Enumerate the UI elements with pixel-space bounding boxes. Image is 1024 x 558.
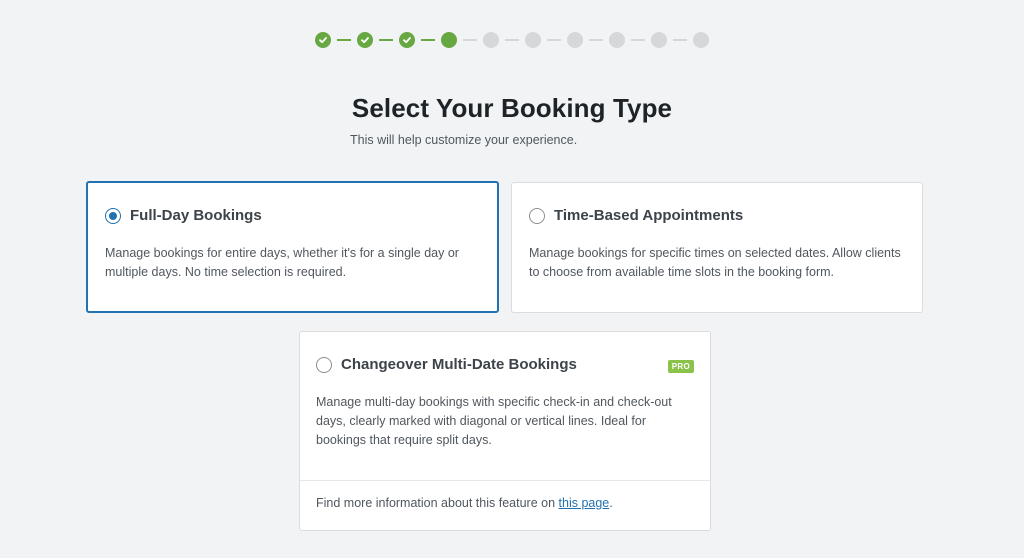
more-info-suffix: . <box>609 496 613 510</box>
check-icon <box>319 37 327 44</box>
step-6-pending <box>525 32 541 48</box>
step-connector <box>337 39 351 41</box>
page-subtitle: This will help customize your experience… <box>350 133 578 147</box>
step-5-pending <box>483 32 499 48</box>
step-3-complete <box>399 32 415 48</box>
step-9-pending <box>651 32 667 48</box>
more-info-label: Find more information about this feature… <box>316 496 556 510</box>
step-10-pending <box>693 32 709 48</box>
radio-full-day[interactable] <box>105 207 121 224</box>
step-8-pending <box>609 32 625 48</box>
step-1-complete <box>315 32 331 48</box>
step-connector <box>379 39 393 41</box>
step-7-pending <box>567 32 583 48</box>
step-connector <box>631 39 645 41</box>
progress-steps <box>0 31 1024 49</box>
option-description: Manage bookings for entire days, whether… <box>105 246 459 279</box>
step-4-current <box>441 32 457 48</box>
option-card-full-day[interactable]: Full-Day Bookings Manage bookings for en… <box>86 181 499 313</box>
check-icon <box>403 37 411 44</box>
step-connector <box>589 39 603 41</box>
option-title: Full-Day Bookings <box>130 207 262 224</box>
option-card-changeover[interactable]: Changeover Multi-Date Bookings PRO Manag… <box>299 331 711 531</box>
card-divider <box>300 480 710 481</box>
this-page-link[interactable]: this page <box>559 496 610 510</box>
option-header: Changeover Multi-Date Bookings <box>316 356 577 373</box>
option-description: Manage multi-day bookings with specific … <box>316 395 672 447</box>
step-connector <box>547 39 561 41</box>
option-header: Full-Day Bookings <box>105 207 262 224</box>
option-card-time-based[interactable]: Time-Based Appointments Manage bookings … <box>511 182 923 313</box>
step-connector <box>463 39 477 41</box>
option-description: Manage bookings for specific times on se… <box>529 246 901 279</box>
pro-badge: PRO <box>667 360 694 373</box>
step-connector <box>421 39 435 41</box>
radio-changeover[interactable] <box>316 356 332 373</box>
more-info-text: Find more information about this feature… <box>316 496 613 510</box>
page-title: Select Your Booking Type <box>351 93 673 123</box>
step-connector <box>505 39 519 41</box>
radio-time-based[interactable] <box>529 207 545 224</box>
option-title: Changeover Multi-Date Bookings <box>341 356 577 373</box>
option-header: Time-Based Appointments <box>529 207 743 224</box>
step-connector <box>673 39 687 41</box>
option-title: Time-Based Appointments <box>554 207 744 224</box>
step-2-complete <box>357 32 373 48</box>
radio-selected-dot <box>109 211 117 220</box>
check-icon <box>361 37 369 44</box>
